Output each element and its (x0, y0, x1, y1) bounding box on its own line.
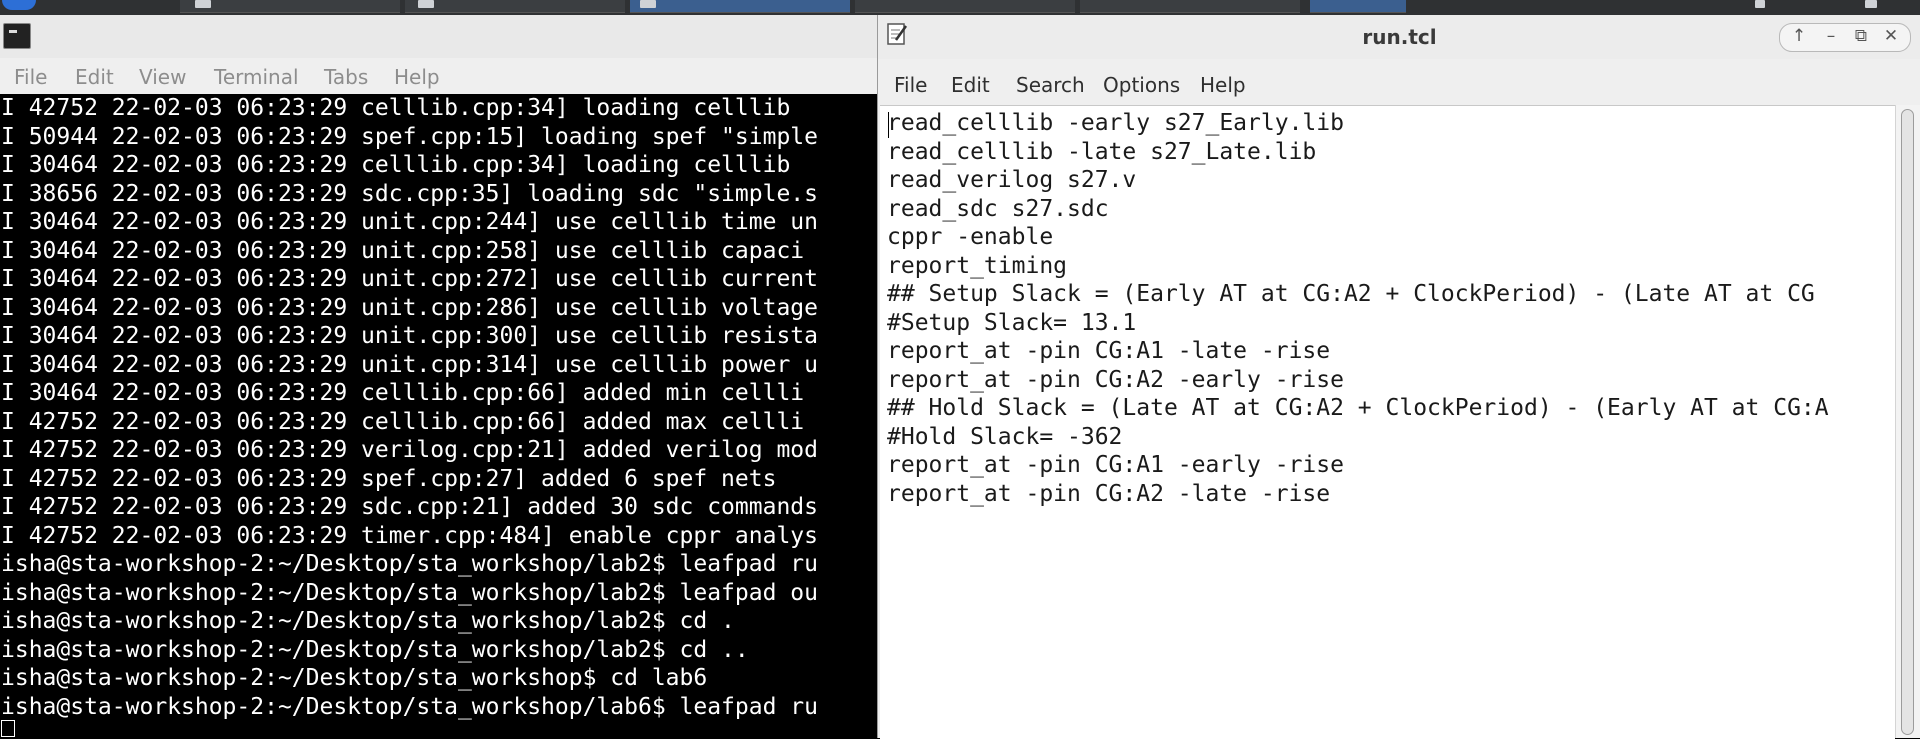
editor-line: report_at -pin CG:A1 -late -rise (887, 338, 1331, 364)
window-controls: ↑ – ⧉ ✕ (1779, 23, 1911, 52)
terminal-line: I 30464 22-02-03 06:23:29 celllib.cpp:34… (1, 152, 791, 178)
editor-line: read_celllib -early s27_Early.lib (887, 110, 1344, 136)
taskbar-button-2[interactable] (405, 0, 625, 13)
editor-text-area[interactable]: read_celllib -early s27_Early.lib read_c… (880, 105, 1895, 739)
editor-line: read_verilog s27.v (887, 167, 1137, 193)
taskbar-button-5[interactable] (1080, 0, 1300, 13)
editor-menu-edit[interactable]: Edit (951, 73, 990, 97)
window-icon (418, 0, 434, 8)
tray-icon[interactable] (1755, 0, 1765, 8)
terminal-line: I 30464 22-02-03 06:23:29 unit.cpp:272] … (1, 266, 818, 292)
editor-line: report_at -pin CG:A1 -early -rise (887, 452, 1344, 478)
editor-menubar: File Edit Search Options Help (878, 59, 1920, 105)
taskbar-button-4[interactable] (855, 0, 1075, 13)
editor-line: read_celllib -late s27_Late.lib (887, 138, 1317, 165)
editor-menu-options[interactable]: Options (1103, 73, 1180, 97)
terminal-line: isha@sta-workshop-2:~/Desktop/sta_worksh… (1, 636, 749, 663)
workspace-switcher[interactable] (1310, 0, 1406, 13)
terminal-output[interactable]: I 42752 22-02-03 06:23:29 celllib.cpp:34… (0, 94, 877, 738)
terminal-line: I 30464 22-02-03 06:23:29 celllib.cpp:66… (1, 380, 805, 406)
editor-line: #Hold Slack= -362 (887, 423, 1123, 450)
taskbar (0, 0, 1920, 15)
editor-titlebar[interactable]: run.tcl ↑ – ⧉ ✕ (878, 15, 1920, 59)
maximize-icon[interactable]: ⧉ (1848, 26, 1874, 46)
close-icon[interactable]: ✕ (1878, 26, 1904, 46)
terminal-icon (3, 23, 31, 49)
editor-line: read_sdc s27.sdc (887, 195, 1109, 222)
terminal-line: I 42752 22-02-03 06:23:29 celllib.cpp:34… (1, 95, 791, 121)
editor-line: report_at -pin CG:A2 -early -rise (887, 366, 1344, 393)
terminal-window: File Edit View Terminal Tabs Help I 4275… (0, 15, 877, 738)
window-icon (640, 0, 656, 8)
arrow-up-icon[interactable]: ↑ (1786, 26, 1812, 46)
editor-line: report_at -pin CG:A2 -late -rise (887, 480, 1331, 507)
minimize-icon[interactable]: – (1818, 26, 1844, 46)
taskbar-button-1[interactable] (180, 0, 400, 13)
terminal-line: isha@sta-workshop-2:~/Desktop/sta_worksh… (1, 693, 818, 720)
editor-menu-help[interactable]: Help (1200, 73, 1246, 97)
window-icon (195, 0, 211, 8)
terminal-menu-view[interactable]: View (139, 65, 186, 89)
terminal-menu-file[interactable]: File (14, 65, 47, 89)
terminal-line: I 42752 22-02-03 06:23:29 verilog.cpp:21… (1, 437, 818, 463)
editor-line: ## Hold Slack = (Late AT at CG:A2 + Cloc… (887, 395, 1829, 421)
editor-line: report_timing (887, 252, 1068, 279)
terminal-line: I 30464 22-02-03 06:23:29 unit.cpp:314] … (1, 351, 818, 378)
window-title: run.tcl (1362, 25, 1437, 49)
editor-menu-search[interactable]: Search (1016, 73, 1085, 97)
terminal-line: I 42752 22-02-03 06:23:29 spef.cpp:27] a… (1, 465, 777, 492)
scrollbar-thumb[interactable] (1901, 109, 1914, 735)
terminal-line: I 30464 22-02-03 06:23:29 unit.cpp:300] … (1, 323, 818, 349)
editor-line: cppr -enable (887, 224, 1054, 250)
terminal-line: I 50944 22-02-03 06:23:29 spef.cpp:15] l… (1, 123, 818, 150)
terminal-menu-terminal[interactable]: Terminal (214, 65, 299, 89)
terminal-line: I 30464 22-02-03 06:23:29 unit.cpp:244] … (1, 209, 818, 235)
tray-icon[interactable] (1865, 0, 1877, 8)
terminal-line: I 42752 22-02-03 06:23:29 sdc.cpp:21] ad… (1, 494, 818, 520)
terminal-menu-help[interactable]: Help (394, 65, 440, 89)
taskbar-button-active[interactable] (630, 0, 850, 13)
editor-menu-file[interactable]: File (894, 73, 927, 97)
terminal-line: isha@sta-workshop-2:~/Desktop/sta_worksh… (1, 579, 818, 606)
editor-line: ## Setup Slack = (Early AT at CG:A2 + Cl… (887, 281, 1815, 307)
terminal-menu-tabs[interactable]: Tabs (324, 65, 368, 89)
terminal-menu-edit[interactable]: Edit (75, 65, 114, 89)
editor-line: #Setup Slack= 13.1 (887, 309, 1137, 336)
terminal-titlebar[interactable] (0, 15, 877, 58)
terminal-line: I 42752 22-02-03 06:23:29 timer.cpp:484]… (1, 522, 818, 549)
terminal-line: I 38656 22-02-03 06:23:29 sdc.cpp:35] lo… (1, 180, 818, 207)
editor-scrollbar[interactable] (1895, 105, 1920, 738)
start-menu-icon[interactable] (2, 0, 36, 10)
terminal-line: I 30464 22-02-03 06:23:29 unit.cpp:258] … (1, 237, 805, 264)
terminal-cursor (1, 720, 15, 737)
terminal-menubar: File Edit View Terminal Tabs Help (0, 58, 877, 94)
terminal-line: isha@sta-workshop-2:~/Desktop/sta_worksh… (1, 608, 735, 634)
terminal-line: isha@sta-workshop-2:~/Desktop/sta_worksh… (1, 551, 818, 577)
terminal-line: isha@sta-workshop-2:~/Desktop/sta_worksh… (1, 665, 708, 691)
terminal-line: I 42752 22-02-03 06:23:29 celllib.cpp:66… (1, 408, 805, 435)
terminal-line: I 30464 22-02-03 06:23:29 unit.cpp:286] … (1, 294, 818, 321)
editor-window: run.tcl ↑ – ⧉ ✕ File Edit Search Options… (877, 15, 1920, 739)
